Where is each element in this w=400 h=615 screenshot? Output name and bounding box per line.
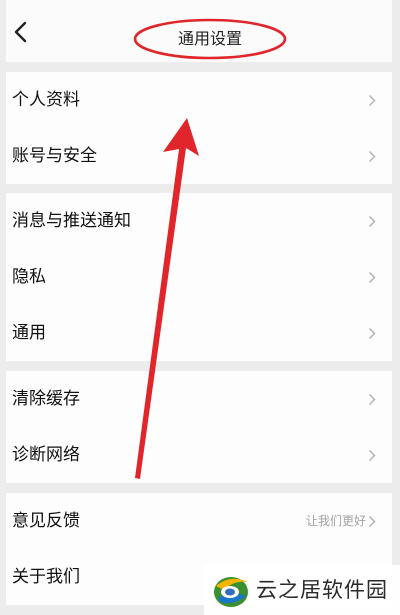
row-label: 账号与安全 xyxy=(12,146,97,166)
settings-row-feedback[interactable]: 意见反馈 让我们更好 xyxy=(6,493,392,549)
row-label: 诊断网络 xyxy=(12,445,80,465)
row-label: 消息与推送通知 xyxy=(12,211,131,231)
row-label: 隐私 xyxy=(12,267,46,287)
chevron-right-icon xyxy=(368,515,376,528)
settings-row-notifications[interactable]: 消息与推送通知 xyxy=(6,193,392,249)
chevron-right-icon xyxy=(368,271,376,284)
page-title: 通用设置 xyxy=(177,29,242,48)
title-highlight: 通用设置 xyxy=(132,17,288,61)
chevron-right-icon xyxy=(368,150,376,163)
chevron-right-icon xyxy=(368,449,376,462)
settings-row-general[interactable]: 通用 xyxy=(6,305,392,361)
back-button[interactable] xyxy=(10,20,34,44)
settings-group-profile: 个人资料 账号与安全 xyxy=(6,72,392,184)
settings-group-maintenance: 清除缓存 诊断网络 xyxy=(6,371,392,483)
settings-row-account-security[interactable]: 账号与安全 xyxy=(6,128,392,184)
row-hint: 让我们更好 xyxy=(305,514,366,528)
settings-row-privacy[interactable]: 隐私 xyxy=(6,249,392,305)
watermark: 云之居软件园 xyxy=(204,565,400,615)
row-label: 通用 xyxy=(12,323,46,343)
settings-row-profile[interactable]: 个人资料 xyxy=(6,72,392,128)
chevron-right-icon xyxy=(368,215,376,228)
settings-row-clear-cache[interactable]: 清除缓存 xyxy=(6,371,392,427)
row-label: 清除缓存 xyxy=(12,389,80,409)
settings-group-notifications: 消息与推送通知 隐私 通用 xyxy=(6,193,392,361)
row-label: 意见反馈 xyxy=(12,511,80,531)
chevron-right-icon xyxy=(368,94,376,107)
row-label: 关于我们 xyxy=(12,567,80,587)
chevron-right-icon xyxy=(368,393,376,406)
watermark-text: 云之居软件园 xyxy=(256,578,388,602)
settings-screen: 通用设置 个人资料 账号与安全 消息与推送通知 隐私 通用 清除缓存 诊断网络 … xyxy=(6,0,392,615)
row-label: 个人资料 xyxy=(12,90,80,110)
chevron-right-icon xyxy=(368,327,376,340)
settings-row-network-diagnosis[interactable]: 诊断网络 xyxy=(6,427,392,483)
watermark-logo-icon xyxy=(214,577,248,607)
header-bar: 通用设置 xyxy=(6,0,392,62)
